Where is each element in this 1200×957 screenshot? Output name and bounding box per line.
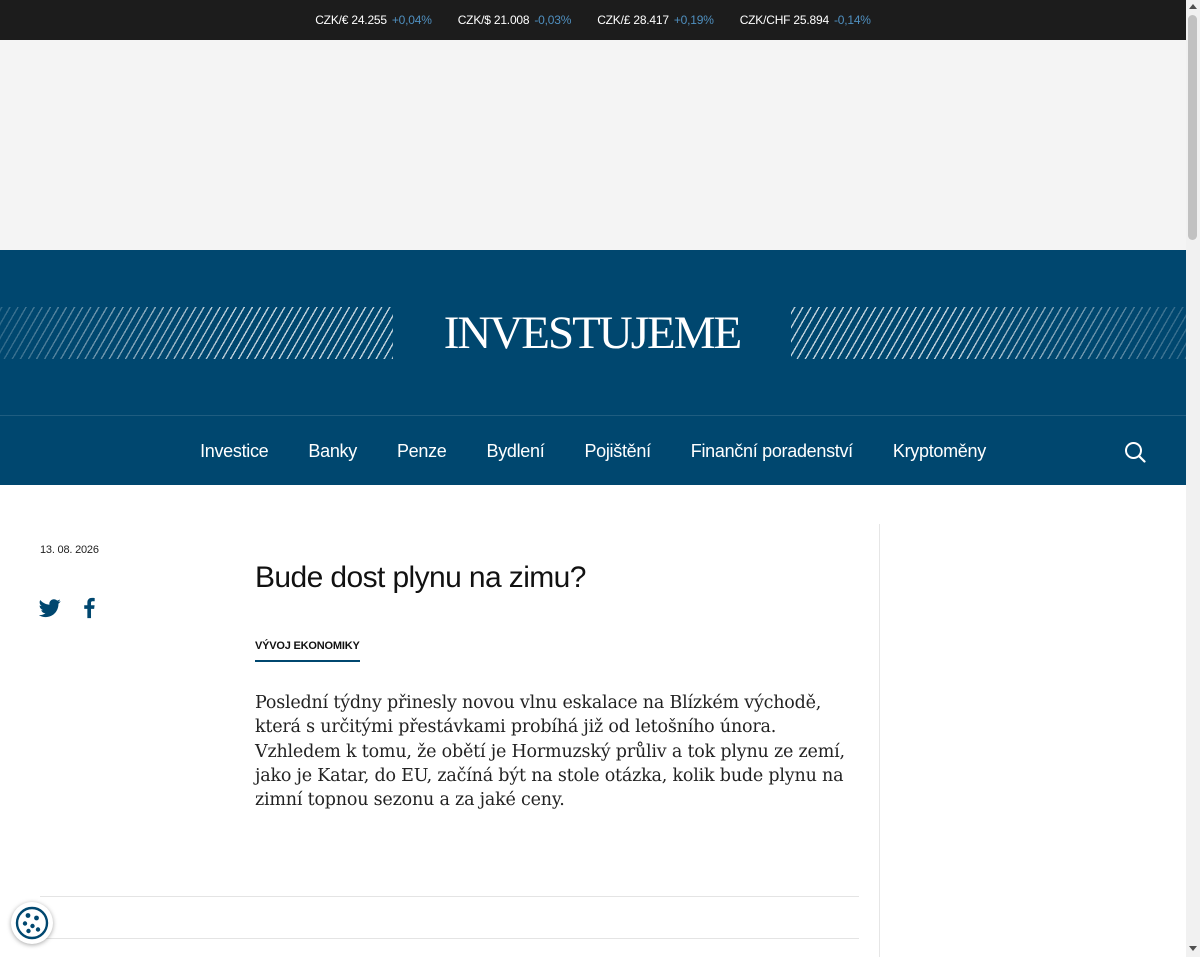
article-date: 13. 08. 2026 [40, 544, 99, 556]
sidebar-border [879, 524, 880, 957]
ticker-item-gbp: CZK/£ 28.417 +0,19% [597, 13, 714, 27]
scroll-thumb[interactable] [1188, 15, 1197, 240]
nav-item-kryptomeny[interactable]: Kryptoměny [893, 441, 986, 462]
nav-item-bydleni[interactable]: Bydlení [486, 441, 544, 462]
article-perex: Poslední týdny přinesly novou vlnu eskal… [255, 693, 845, 811]
nav-item-penze[interactable]: Penze [397, 441, 447, 462]
cookie-icon [15, 906, 49, 940]
divider [40, 896, 859, 897]
ticker-rate: CZK/€ 24.255 [315, 13, 387, 27]
decorative-stripes-right [791, 307, 1186, 359]
site-logo[interactable]: INVESTUJEME [393, 302, 791, 364]
nav-item-banky[interactable]: Banky [308, 441, 357, 462]
nav-items: Investice Banky Penze Bydlení Pojištění … [0, 416, 1186, 486]
ticker-rate: CZK/$ 21.008 [457, 13, 530, 27]
ticker-change: -0,14% [833, 13, 871, 27]
divider [40, 938, 859, 939]
ticker-change: -0,03% [534, 13, 572, 27]
main-navigation: Investice Banky Penze Bydlení Pojištění … [0, 415, 1186, 485]
scrollbar[interactable] [1186, 0, 1200, 957]
decorative-stripes-left [0, 307, 393, 359]
ticker-item-chf: CZK/CHF 25.894 -0,14% [740, 13, 871, 27]
scroll-up-arrow-icon[interactable] [1189, 4, 1197, 9]
article-category[interactable]: VÝVOJ EKONOMIKY [255, 640, 360, 662]
facebook-icon[interactable] [78, 597, 100, 619]
ticker-rate: CZK/£ 28.417 [597, 13, 669, 27]
nav-item-investice[interactable]: Investice [200, 441, 269, 462]
currency-ticker: CZK/€ 24.255 +0,04% CZK/$ 21.008 -0,03% CZ… [0, 0, 1186, 40]
ticker-item-usd: CZK/$ 21.008 -0,03% [457, 13, 572, 27]
ad-placeholder [0, 40, 1186, 250]
twitter-icon[interactable] [38, 597, 61, 619]
nav-item-financni-poradenstvi[interactable]: Finanční poradenství [691, 441, 853, 462]
cookie-settings-button[interactable] [11, 902, 53, 944]
article-title: Bude dost plynu na zimu? [255, 561, 586, 594]
search-icon[interactable] [1123, 440, 1147, 464]
scroll-down-arrow-icon[interactable] [1189, 946, 1197, 951]
ticker-item-eur: CZK/€ 24.255 +0,04% [315, 13, 432, 27]
ticker-change: +0,04% [391, 13, 432, 27]
ticker-change: +0,19% [673, 13, 714, 27]
ticker-rate: CZK/CHF 25.894 [739, 13, 829, 27]
nav-item-pojisteni[interactable]: Pojištění [584, 441, 651, 462]
masthead: INVESTUJEME [0, 250, 1186, 415]
